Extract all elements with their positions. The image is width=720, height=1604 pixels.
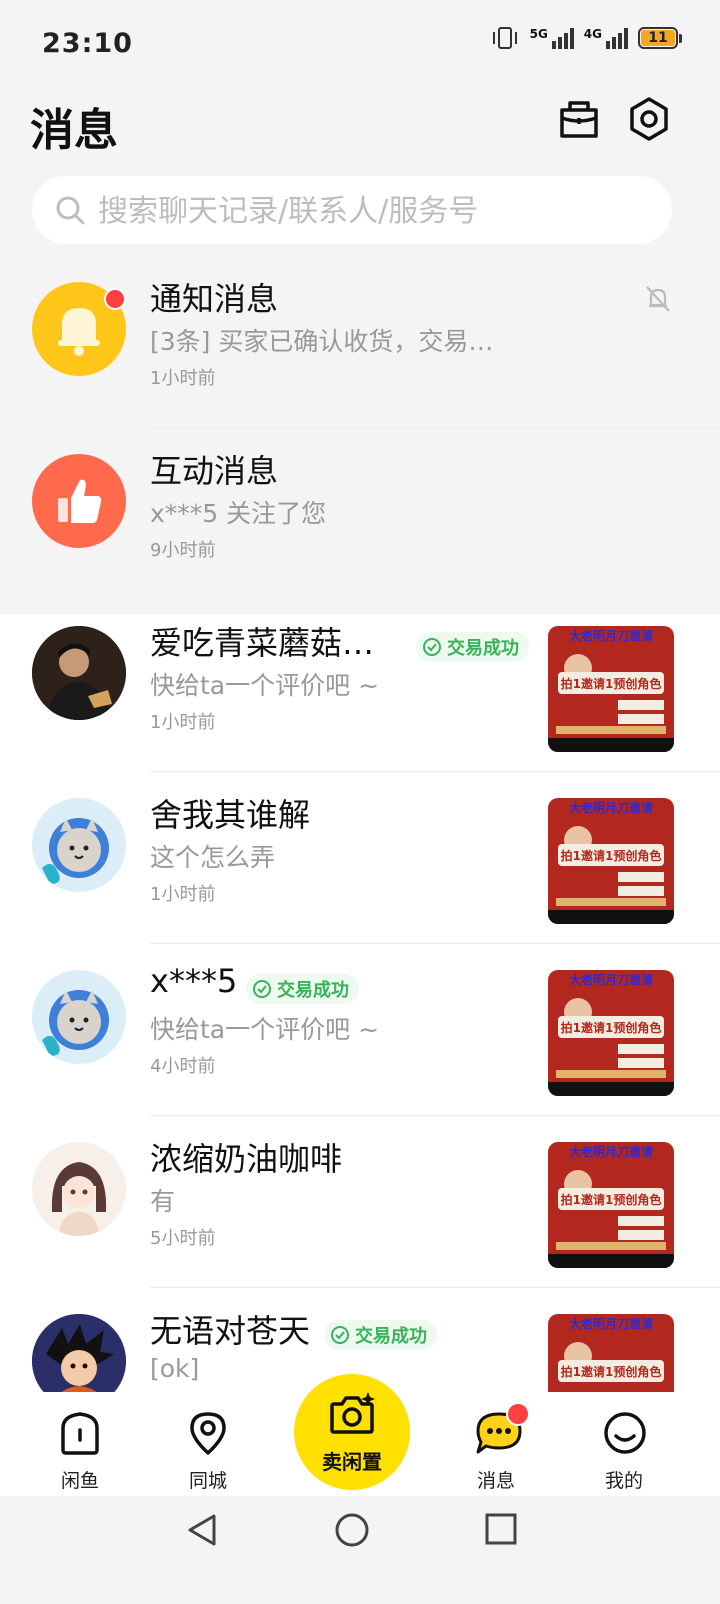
row-preview: [3条] 买家已确认收货，交易… (150, 327, 494, 356)
avatar-photo-image (32, 626, 126, 720)
nav-messages-label: 消息 (476, 1470, 515, 1492)
chat-row[interactable]: 舍我其谁解 这个怎么弄 1小时前 大老明月刀邀请 拍1邀请1预创角色 (0, 772, 720, 944)
chat-name: 舍我其谁解 (150, 796, 311, 834)
back-triangle-icon[interactable] (184, 1512, 220, 1548)
svg-text:大老明月刀邀请: 大老明月刀邀请 (569, 800, 653, 815)
status-time: 23:10 (42, 28, 133, 59)
thumbs-up-icon (58, 479, 102, 523)
nav-messages[interactable]: 消息 (446, 1392, 546, 1496)
check-circle-icon (253, 980, 271, 998)
chat-name: 爱吃青菜蘑菇… (150, 624, 375, 662)
product-image: 大老明月刀邀请 拍1邀请1预创角色 (548, 1142, 674, 1268)
svg-text:大老明月刀邀请: 大老明月刀邀请 (569, 972, 653, 987)
product-thumbnail[interactable]: 大老明月刀邀请 拍1邀请1预创角色 (548, 798, 674, 924)
user-avatar (32, 1142, 126, 1236)
product-thumbnail[interactable]: 大老明月刀邀请 拍1邀请1预创角色 (548, 1142, 674, 1268)
chat-name: x***5 (150, 962, 238, 1000)
chat-preview: 这个怎么弄 (150, 843, 276, 872)
unread-dot (104, 288, 126, 310)
svg-text:大老明月刀邀请: 大老明月刀邀请 (569, 1144, 653, 1159)
user-avatar (32, 1314, 126, 1392)
svg-text:拍1邀请1预创角色: 拍1邀请1预创角色 (561, 676, 662, 691)
svg-text:大老明月刀邀请: 大老明月刀邀请 (569, 628, 653, 643)
chat-row[interactable]: 爱吃青菜蘑菇… 交易成功 快给ta一个评价吧 ~ 1小时前 大老明月刀邀请 拍1… (0, 600, 720, 772)
shop-icon[interactable] (556, 96, 602, 142)
row-preview: x***5 关注了您 (150, 499, 327, 528)
status-icons: 5G 4G 11 (490, 26, 682, 50)
product-thumbnail[interactable]: 大老明月刀邀请 拍1邀请1预创角色 (548, 970, 674, 1096)
cat-avatar-image (32, 970, 126, 1064)
signal-5g-icon: 5G (530, 27, 574, 49)
user-avatar (32, 798, 126, 892)
svg-text:大老明月刀邀请: 大老明月刀邀请 (569, 1316, 653, 1331)
mute-icon (646, 286, 670, 312)
chat-preview: 快给ta一个评价吧 ~ (150, 1015, 380, 1044)
cartoon-boy-avatar-image (32, 1314, 126, 1392)
interaction-messages-row[interactable]: 互动消息 x***5 关注了您 9小时前 (0, 428, 720, 600)
chat-time: 1小时前 (150, 884, 216, 905)
vibrate-icon (492, 27, 517, 49)
search-input[interactable] (96, 176, 660, 246)
search-icon (56, 196, 85, 225)
user-avatar (32, 626, 126, 720)
page-title: 消息 (30, 105, 118, 156)
chat-preview: 快给ta一个评价吧 ~ (150, 671, 380, 700)
row-time: 1小时前 (150, 368, 216, 389)
product-thumbnail[interactable]: 大老明月刀邀请 拍1邀请1预创角色 (548, 1314, 674, 1392)
trade-success-badge: 交易成功 (416, 632, 529, 662)
thumbs-up-avatar (32, 454, 126, 548)
system-nav-bar (0, 1496, 720, 1604)
search-bar[interactable] (32, 176, 672, 246)
chat-row[interactable]: x***5 交易成功 快给ta一个评价吧 ~ 4小时前 大老明月刀邀请 拍1邀请… (0, 944, 720, 1116)
chat-time: 4小时前 (150, 1056, 216, 1077)
location-pin-icon (190, 1412, 226, 1455)
battery-level: 11 (641, 30, 675, 46)
check-circle-icon (423, 638, 441, 656)
messages-unread-dot (506, 1402, 530, 1426)
chat-time: 5小时前 (150, 1228, 216, 1249)
home-icon (61, 1412, 99, 1455)
recents-square-icon[interactable] (484, 1512, 518, 1546)
trade-success-badge: 交易成功 (324, 1320, 437, 1350)
notification-messages-row[interactable]: 通知消息 [3条] 买家已确认收货，交易… 1小时前 (0, 256, 720, 428)
svg-text:拍1邀请1预创角色: 拍1邀请1预创角色 (561, 848, 662, 863)
trade-success-badge: 交易成功 (246, 974, 359, 1004)
anime-girl-avatar-image (32, 1142, 126, 1236)
status-bar: 23:10 5G 4G 11 (0, 0, 720, 90)
signal-4g-icon: 4G (584, 27, 628, 49)
battery-icon: 11 (638, 27, 682, 49)
chat-preview: [ok] (150, 1354, 200, 1383)
row-title: 互动消息 (150, 452, 279, 490)
cat-avatar-image (32, 798, 126, 892)
nav-mine-label: 我的 (604, 1470, 643, 1492)
chat-preview: 有 (150, 1187, 176, 1216)
chat-name: 浓缩奶油咖啡 (150, 1140, 343, 1178)
product-image: 大老明月刀邀请 拍1邀请1预创角色 (548, 1314, 674, 1392)
row-time: 9小时前 (150, 540, 216, 561)
product-image: 大老明月刀邀请 拍1邀请1预创角色 (548, 798, 674, 924)
settings-icon[interactable] (626, 96, 672, 142)
chat-name: 无语对苍天 (150, 1312, 311, 1350)
svg-text:拍1邀请1预创角色: 拍1邀请1预创角色 (561, 1020, 662, 1035)
user-avatar (32, 970, 126, 1064)
nav-home-label: 闲鱼 (60, 1470, 99, 1492)
nav-city[interactable]: 同城 (158, 1392, 258, 1496)
check-circle-icon (331, 1326, 349, 1344)
nav-mine[interactable]: 我的 (574, 1392, 674, 1496)
row-title: 通知消息 (150, 280, 279, 318)
product-image: 大老明月刀邀请 拍1邀请1预创角色 (548, 626, 674, 752)
chat-row[interactable]: 浓缩奶油咖啡 有 5小时前 大老明月刀邀请 拍1邀请1预创角色 (0, 1116, 720, 1288)
sell-item-label: 卖闲置 (322, 1450, 382, 1474)
home-circle-icon[interactable] (334, 1512, 370, 1548)
svg-text:拍1邀请1预创角色: 拍1邀请1预创角色 (561, 1364, 662, 1379)
nav-city-label: 同城 (188, 1470, 227, 1492)
product-image: 大老明月刀邀请 拍1邀请1预创角色 (548, 970, 674, 1096)
smile-face-icon (604, 1412, 646, 1454)
sell-item-button[interactable]: 卖闲置 (294, 1374, 410, 1490)
chat-time: 1小时前 (150, 712, 216, 733)
camera-icon (330, 1392, 375, 1434)
product-thumbnail[interactable]: 大老明月刀邀请 拍1邀请1预创角色 (548, 626, 674, 752)
nav-home[interactable]: 闲鱼 (30, 1392, 130, 1496)
svg-text:拍1邀请1预创角色: 拍1邀请1预创角色 (561, 1192, 662, 1207)
